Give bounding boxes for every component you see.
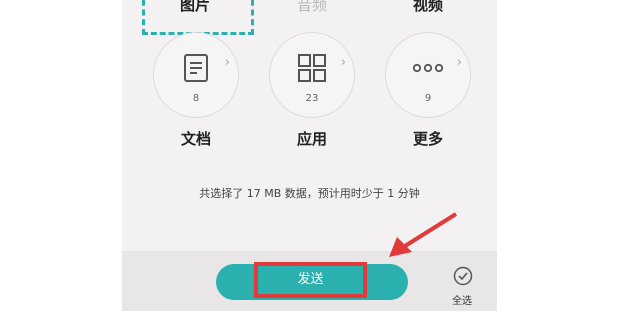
red-arrow-annotation [389,212,458,257]
transfer-screen: 图片 音频 视频 › 8 文档 › 23 应用 › 9 更多 共选择了 17 M… [0,0,620,311]
